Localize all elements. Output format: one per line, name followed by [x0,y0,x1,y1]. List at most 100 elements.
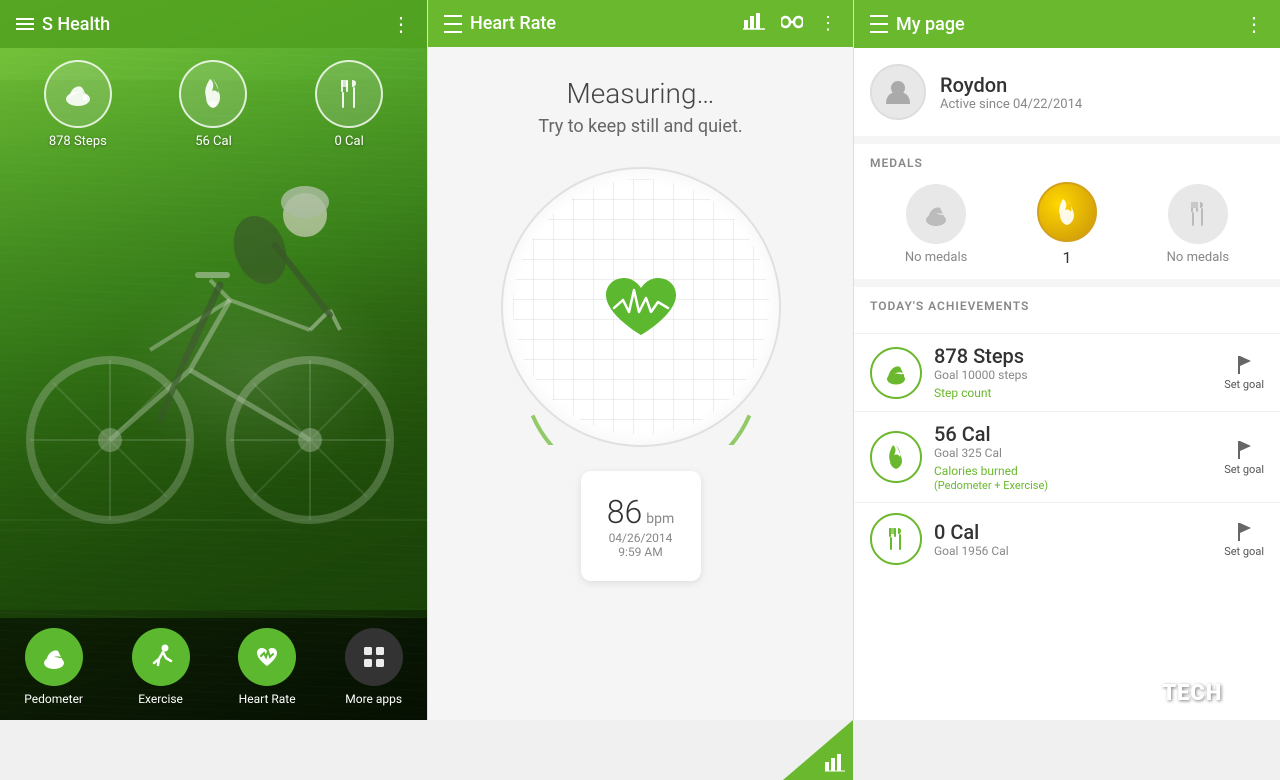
achievement-food-info: 0 Cal Goal 1956 Cal [934,520,1224,558]
heartrate-content: Measuring… Try to keep still and quiet. … [428,47,853,720]
mypage-header: My page ⋮ [854,0,1280,48]
mypage-title: My page [896,14,965,35]
nav-grid-icon [360,643,388,671]
bpm-date: 04/26/2014 [609,531,673,545]
nav-exercise-label: Exercise [138,692,183,706]
achievement-calories-link-sub: (Pedometer + Exercise) [934,479,1224,492]
achievement-steps-icon [870,347,922,399]
medals-title: MEDALS [870,156,1264,170]
chart-icon[interactable] [743,12,765,35]
heartrate-hamburger-icon[interactable] [444,13,462,34]
achievement-flame-icon [885,444,907,470]
heartrate-title: Heart Rate [470,13,556,34]
achievement-steps-link[interactable]: Step count [934,386,991,400]
stat-cal-circle [179,60,247,128]
mypage-hamburger-icon[interactable] [870,14,888,35]
shoe-icon [61,77,95,111]
heartrate-header: Heart Rate ⋮ [428,0,853,47]
achievement-calories-icon [870,431,922,483]
medal-shoe-icon [922,200,950,228]
achievement-steps-info: 878 Steps Goal 10000 steps Step count [934,344,1224,401]
heart-pulse-svg [596,270,686,345]
nav-moreapps[interactable]: More apps [345,628,403,706]
profile-info: Roydon Active since 04/22/2014 [940,73,1082,112]
medal-steps-count: No medals [905,250,967,265]
achievements-title: TODAY'S ACHIEVEMENTS [870,299,1264,313]
medal-food-count: No medals [1167,250,1229,265]
cyclist-svg [0,80,427,610]
set-goal-calories[interactable]: Set goal [1224,439,1264,476]
shealth-menu-dots[interactable]: ⋮ [391,12,411,36]
flame-icon [198,77,228,111]
link-icon[interactable] [781,13,803,34]
profile-since: Active since 04/22/2014 [940,97,1082,112]
achievement-food: 0 Cal Goal 1956 Cal Set goal [854,502,1280,575]
stat-food[interactable]: 0 Cal [315,60,383,149]
heartrate-menu-dots[interactable]: ⋮ [819,13,837,34]
nav-moreapps-circle [345,628,403,686]
achievement-shoe-icon [883,360,909,386]
shealth-title: S Health [42,14,110,35]
stat-calories-burned[interactable]: 56 Cal [179,60,247,149]
medal-food: No medals [1167,184,1229,265]
measuring-subtitle: Try to keep still and quiet. [538,116,742,137]
nav-heartrate-label: Heart Rate [239,692,296,706]
panel-shealth: S Health ⋮ 878 Steps 56 Cal [0,0,427,720]
stat-food-circle [315,60,383,128]
medal-steps: No medals [905,184,967,265]
bar-chart-icon [743,12,765,30]
profile-section: Roydon Active since 04/22/2014 [854,48,1280,136]
nav-exercise[interactable]: Exercise [132,628,190,706]
mypage-header-left: My page [870,14,965,35]
achievement-steps: 878 Steps Goal 10000 steps Step count Se… [854,333,1280,411]
achievement-food-goal: Goal 1956 Cal [934,544,1224,558]
nav-pedometer[interactable]: Pedometer [24,628,83,706]
bottom-nav: Pedometer Exercise Heart Rate [0,618,427,720]
medal-fork-icon [1187,200,1209,228]
achievements-section: TODAY'S ACHIEVEMENTS 878 Steps Goal 1000… [854,287,1280,720]
heartrate-header-icons: ⋮ [743,12,837,35]
achievement-calories-goal: Goal 325 Cal [934,446,1224,460]
set-goal-food-label: Set goal [1224,545,1264,558]
chain-link-icon [781,15,803,29]
achievement-calories-link[interactable]: Calories burned [934,464,1018,478]
nav-heartrate[interactable]: Heart Rate [238,628,296,706]
medal-calories-count: 1 [1062,248,1071,267]
achievement-fork-icon [886,526,906,552]
profile-name: Roydon [940,73,1082,97]
flag-icon [1235,354,1253,376]
achievement-steps-value: 878 Steps [934,344,1224,368]
shealth-header: S Health ⋮ [0,0,427,48]
stat-steps-label: 878 Steps [49,134,107,149]
stat-steps[interactable]: 878 Steps [44,60,112,149]
mypage-menu-dots[interactable]: ⋮ [1244,12,1264,36]
set-goal-calories-label: Set goal [1224,463,1264,476]
flag-food-icon [1235,521,1253,543]
bpm-value: 86 [607,493,643,531]
medal-steps-circle [906,184,966,244]
chart-corner-btn[interactable] [783,720,853,780]
panel-heartrate: Heart Rate ⋮ Measuring… [427,0,854,720]
bpm-unit: bpm [646,511,674,527]
set-goal-food[interactable]: Set goal [1224,521,1264,558]
achievement-steps-goal: Goal 10000 steps [934,368,1224,382]
nav-shoe-icon [40,643,68,671]
flag-calories-icon [1235,439,1253,461]
heartrate-header-left: Heart Rate [444,13,556,34]
set-goal-steps[interactable]: Set goal [1224,354,1264,391]
nav-pedometer-label: Pedometer [24,692,83,706]
medal-calories-circle [1037,182,1097,242]
avatar [870,64,926,120]
nav-moreapps-label: More apps [345,692,402,706]
bpm-card: 86 bpm 04/26/2014 9:59 AM [581,471,701,581]
medal-calories: 1 [1037,182,1097,267]
medals-section: MEDALS No medals [854,144,1280,279]
hamburger-icon[interactable] [16,18,34,30]
achievement-food-value: 0 Cal [934,520,1224,544]
medal-flame-icon [1053,197,1081,227]
bpm-time: 9:59 AM [618,545,662,559]
nav-heart-icon [253,643,281,671]
heart-circle [501,167,781,447]
heart-rate-icon [596,270,686,345]
achievement-calories-value: 56 Cal [934,422,1224,446]
